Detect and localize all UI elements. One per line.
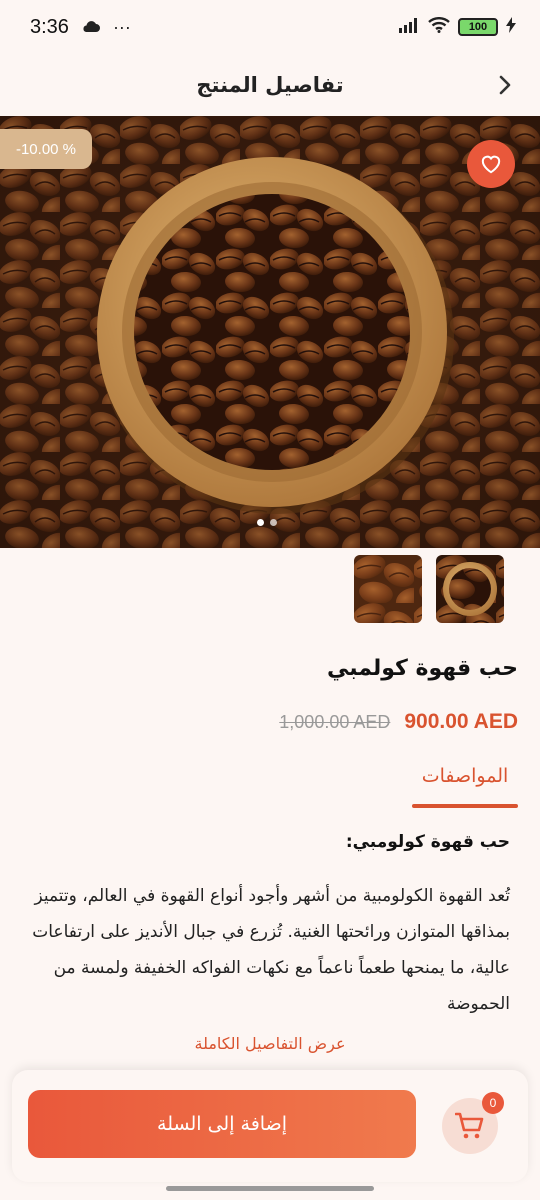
thumbnail-bowl[interactable] xyxy=(436,555,504,623)
product-name: حب قهوة كولمبي xyxy=(326,656,518,681)
wifi-icon xyxy=(428,17,450,37)
price-row: 900.00 AED 1,000.00 AED xyxy=(279,710,518,734)
coffee-beans-image xyxy=(0,116,540,548)
signal-icon xyxy=(398,17,420,37)
heart-icon xyxy=(481,155,501,174)
battery-icon: 100 xyxy=(458,18,498,36)
back-button[interactable] xyxy=(488,68,522,102)
cart-icon xyxy=(455,1112,484,1139)
discount-badge: -10.00 % xyxy=(0,129,92,169)
charging-icon xyxy=(506,17,516,37)
home-indicator xyxy=(166,1186,374,1191)
status-right: 100 xyxy=(398,17,516,37)
cart-count-badge: 0 xyxy=(482,1092,504,1114)
app-bar: تفاصيل المنتج xyxy=(0,54,540,116)
status-extra: ··· xyxy=(112,16,131,37)
carousel-dot[interactable] xyxy=(257,519,264,526)
cloud-icon xyxy=(81,18,101,37)
description-text: تُعد القهوة الكولومبية من أشهر وأجود أنو… xyxy=(32,886,510,1014)
add-to-cart-button[interactable]: إضافة إلى السلة xyxy=(28,1090,416,1158)
status-left: 3:36 ··· xyxy=(30,16,131,39)
chevron-right-icon xyxy=(499,75,511,95)
old-price: 1,000.00 AED xyxy=(279,711,391,732)
status-time: 3:36 xyxy=(30,15,69,38)
carousel-dot[interactable] xyxy=(270,519,277,526)
current-price: 900.00 AED xyxy=(404,710,518,733)
view-full-details-link[interactable]: عرض التفاصيل الكاملة xyxy=(0,1034,540,1053)
page-title: تفاصيل المنتج xyxy=(196,73,344,97)
favorite-button[interactable] xyxy=(467,140,515,188)
product-image-carousel[interactable] xyxy=(0,116,540,548)
tab-underline xyxy=(412,804,518,808)
description-heading: حب قهوة كولومبي: xyxy=(345,832,510,852)
carousel-dots xyxy=(257,519,277,526)
status-bar: 3:36 ··· 100 xyxy=(0,0,540,54)
thumbnail-beans[interactable] xyxy=(354,555,422,623)
thumbnail-list xyxy=(354,555,504,623)
tab-specifications[interactable]: المواصفات xyxy=(412,765,518,787)
